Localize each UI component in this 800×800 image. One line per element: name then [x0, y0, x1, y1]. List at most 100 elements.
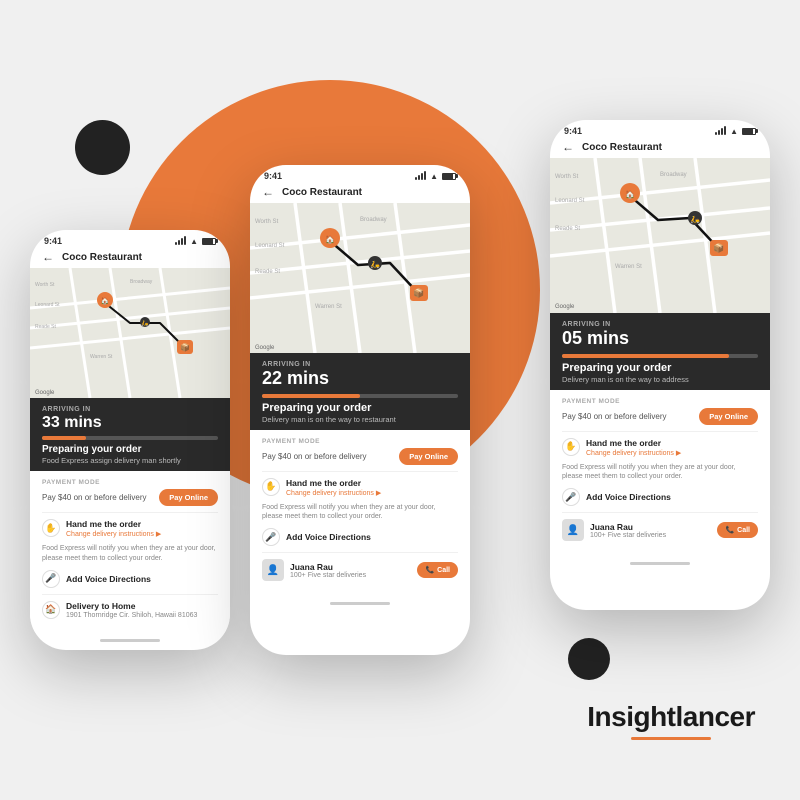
voice-text-center[interactable]: Add Voice Directions — [286, 532, 371, 542]
driver-row-right: 👤 Juana Rau 100+ Five star deliveries 📞 … — [562, 519, 758, 541]
progress-bg-left — [42, 436, 218, 440]
notify-text-center: Food Express will notify you when they a… — [262, 503, 458, 523]
header-title-right: Coco Restaurant — [582, 142, 662, 153]
progress-fill-right — [562, 354, 729, 358]
svg-text:Reade St: Reade St — [35, 324, 56, 330]
bottom-bar-center — [250, 595, 470, 611]
order-title-left: Preparing your order — [42, 444, 218, 455]
bottom-line-right — [630, 562, 690, 565]
order-title-center: Preparing your order — [262, 402, 458, 414]
battery-icon-center — [442, 173, 456, 180]
driver-row-center: 👤 Juana Rau 100+ Five star deliveries 📞 … — [262, 559, 458, 581]
order-sub-center: Delivery man is on the way to restaurant — [262, 415, 458, 424]
back-arrow-right[interactable]: ← — [562, 140, 574, 154]
payment-row-center: Pay $40 on or before delivery Pay Online — [262, 448, 458, 465]
bottom-line-left — [100, 639, 160, 642]
status-bar-right: 9:41 ▲ — [550, 120, 770, 138]
svg-text:🛵: 🛵 — [370, 260, 380, 269]
status-time-center: 9:41 — [264, 171, 282, 181]
call-icon-center: 📞 — [425, 566, 434, 574]
svg-text:📦: 📦 — [713, 242, 724, 253]
svg-text:Broadway: Broadway — [660, 172, 687, 178]
voice-row-center: 🎤 Add Voice Directions — [262, 528, 458, 546]
hand-icon-center: ✋ — [262, 478, 280, 496]
hand-me-row-center: ✋ Hand me the order Change delivery inst… — [262, 478, 458, 497]
voice-text-right[interactable]: Add Voice Directions — [586, 492, 671, 502]
back-arrow-center[interactable]: ← — [262, 185, 274, 199]
bg-dot-bottom — [568, 638, 610, 680]
signal-icon — [175, 237, 186, 245]
payment-text-right: Pay $40 on or before delivery — [562, 412, 667, 421]
svg-text:🏠: 🏠 — [625, 190, 635, 199]
call-btn-right[interactable]: 📞 Call — [717, 522, 758, 538]
phone-header-right: ← Coco Restaurant — [550, 138, 770, 158]
svg-text:Google: Google — [255, 345, 275, 351]
divider-1-right — [562, 431, 758, 432]
pay-btn-right[interactable]: Pay Online — [699, 408, 758, 425]
svg-text:🛵: 🛵 — [141, 319, 149, 327]
back-arrow-left[interactable]: ← — [42, 250, 54, 264]
arriving-label-center: ARRIVING IN — [262, 361, 458, 368]
svg-text:Leonard St: Leonard St — [35, 302, 60, 308]
delivery-info-center: ARRIVING IN 22 mins Preparing your order… — [250, 353, 470, 430]
arriving-time-left: 33 mins — [42, 413, 218, 432]
svg-text:Reade St: Reade St — [555, 226, 580, 232]
home-icon: 🏠 — [42, 601, 60, 619]
svg-text:🛵: 🛵 — [690, 215, 700, 224]
arriving-label-right: ARRIVING IN — [562, 321, 758, 328]
divider-2-right — [562, 512, 758, 513]
pay-btn-center[interactable]: Pay Online — [399, 448, 458, 465]
status-time-right: 9:41 — [564, 126, 582, 136]
phone-header-left: ← Coco Restaurant — [30, 248, 230, 268]
call-btn-center[interactable]: 📞 Call — [417, 562, 458, 578]
voice-row-right: 🎤 Add Voice Directions — [562, 488, 758, 506]
header-title-center: Coco Restaurant — [282, 187, 362, 198]
svg-text:Google: Google — [555, 304, 575, 310]
arriving-label-left: ARRIVING IN — [42, 406, 218, 413]
svg-text:Reade St: Reade St — [255, 269, 280, 275]
status-bar-left: 9:41 ▲ — [30, 230, 230, 248]
svg-text:🏠: 🏠 — [325, 235, 335, 244]
status-icons-center: ▲ — [415, 172, 456, 181]
progress-fill-left — [42, 436, 86, 440]
bg-dot-top — [75, 120, 130, 175]
card-section-right: PAYMENT MODE Pay $40 on or before delive… — [550, 390, 770, 556]
divider-2-left — [42, 594, 218, 595]
svg-text:Broadway: Broadway — [130, 279, 153, 285]
mic-icon-right: 🎤 — [562, 488, 580, 506]
status-time-left: 9:41 — [44, 236, 62, 246]
payment-label-center: PAYMENT MODE — [262, 438, 458, 445]
delivery-info-right: ARRIVING IN 05 mins Preparing your order… — [550, 313, 770, 390]
voice-text-left[interactable]: Add Voice Directions — [66, 574, 151, 584]
status-icons-left: ▲ — [175, 237, 216, 246]
header-title-left: Coco Restaurant — [62, 252, 142, 263]
svg-text:Warren St: Warren St — [315, 304, 342, 310]
mic-icon-center: 🎤 — [262, 528, 280, 546]
divider-1-left — [42, 512, 218, 513]
payment-text-left: Pay $40 on or before delivery — [42, 493, 147, 502]
wifi-icon-right: ▲ — [730, 127, 738, 136]
delivery-home-row: 🏠 Delivery to Home 1901 Thornridge Cir. … — [42, 601, 218, 619]
driver-info-right: Juana Rau 100+ Five star deliveries — [590, 522, 711, 539]
svg-text:Broadway: Broadway — [360, 217, 387, 223]
bottom-bar-right — [550, 555, 770, 571]
svg-text:Google: Google — [35, 390, 55, 396]
map-center: Worth St Leonard St Broadway Warren St R… — [250, 203, 470, 353]
payment-label-right: PAYMENT MODE — [562, 398, 758, 405]
wifi-icon-center: ▲ — [430, 172, 438, 181]
payment-text-center: Pay $40 on or before delivery — [262, 452, 367, 461]
status-bar-center: 9:41 ▲ — [250, 165, 470, 183]
hand-me-text-right: Hand me the order Change delivery instru… — [586, 438, 681, 457]
hand-me-text-center: Hand me the order Change delivery instru… — [286, 478, 381, 497]
payment-label-left: PAYMENT MODE — [42, 479, 218, 486]
order-sub-left: Food Express assign delivery man shortly — [42, 456, 218, 465]
pay-btn-left[interactable]: Pay Online — [159, 489, 218, 506]
wifi-icon: ▲ — [190, 237, 198, 246]
divider-2-center — [262, 552, 458, 553]
mic-icon-left: 🎤 — [42, 570, 60, 588]
svg-text:📦: 📦 — [180, 342, 190, 352]
status-icons-right: ▲ — [715, 127, 756, 136]
hand-me-row-left: ✋ Hand me the order Change delivery inst… — [42, 519, 218, 538]
payment-row-left: Pay $40 on or before delivery Pay Online — [42, 489, 218, 506]
progress-bg-center — [262, 394, 458, 398]
